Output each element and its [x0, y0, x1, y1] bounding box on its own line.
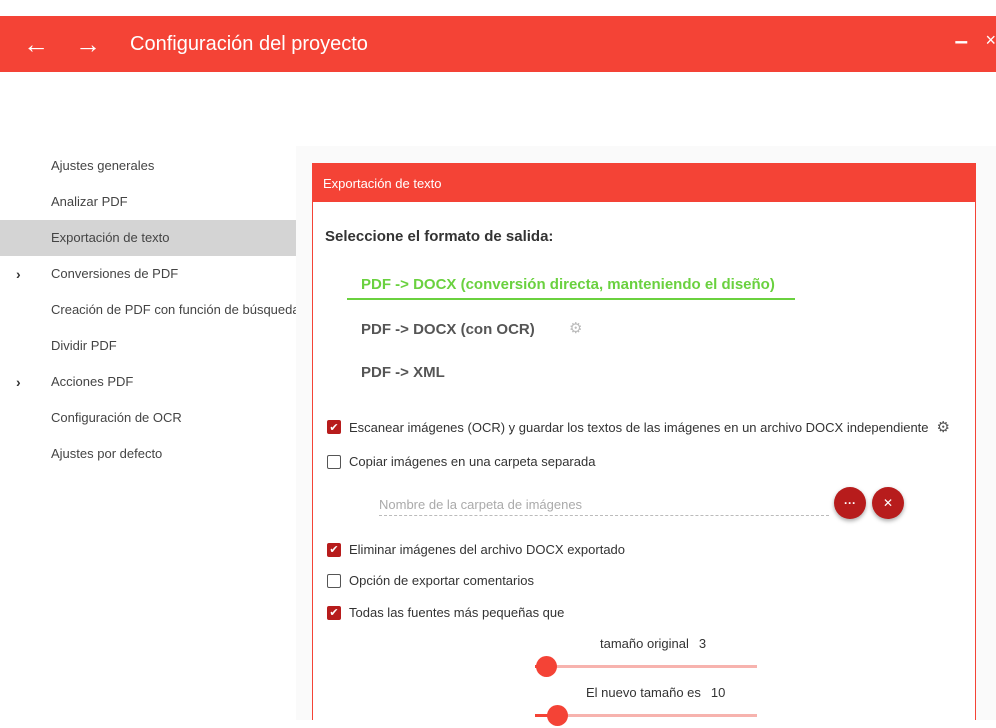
sidebar-item-label: Dividir PDF: [51, 338, 117, 353]
sidebar-item-default-settings[interactable]: Ajustes por defecto: [0, 436, 296, 472]
option-label: Escanear imágenes (OCR) y guardar los te…: [349, 419, 929, 435]
original-size-label: tamaño original 3: [600, 636, 706, 651]
format-option-xml[interactable]: PDF -> XML: [361, 364, 445, 381]
browse-folder-button[interactable]: ···: [834, 487, 866, 519]
sidebar-item-label: Analizar PDF: [51, 194, 128, 209]
new-size-label: El nuevo tamaño es 10: [586, 685, 725, 700]
sidebar-item-text-export[interactable]: Exportación de texto: [0, 220, 296, 256]
clear-folder-button[interactable]: ✕: [872, 487, 904, 519]
text-export-panel: Exportación de texto Seleccione el forma…: [312, 163, 976, 726]
close-icon[interactable]: ×: [985, 30, 996, 51]
back-arrow-icon[interactable]: ←: [16, 31, 56, 57]
sidebar-item-label: Acciones PDF: [51, 374, 134, 389]
format-option-docx-ocr[interactable]: PDF -> DOCX (con OCR): [361, 321, 535, 338]
panel-header: Exportación de texto: [313, 164, 975, 202]
sidebar-item-general-settings[interactable]: Ajustes generales: [0, 148, 296, 184]
title-bar: ← → Configuración del proyecto – ×: [0, 16, 996, 72]
slider-thumb[interactable]: [536, 656, 558, 677]
option-label: Todas las fuentes más pequeñas que: [349, 605, 565, 620]
sidebar-item-pdf-actions[interactable]: › Acciones PDF: [0, 364, 296, 400]
section-title: Seleccione el formato de salida:: [325, 228, 554, 245]
slider-label-text: tamaño original: [600, 636, 689, 651]
chevron-right-icon[interactable]: ›: [16, 256, 21, 292]
new-size-slider[interactable]: [535, 704, 757, 728]
minimize-icon[interactable]: –: [955, 28, 968, 56]
selected-format-underline: [347, 298, 795, 300]
option-remove-images: ✔ Eliminar imágenes del archivo DOCX exp…: [327, 542, 625, 557]
smaller-fonts-checkbox[interactable]: ✔: [327, 605, 341, 620]
option-copy-images: Copiar imágenes en una carpeta separada: [327, 454, 595, 469]
option-label: Opción de exportar comentarios: [349, 573, 534, 588]
option-smaller-fonts: ✔ Todas las fuentes más pequeñas que: [327, 605, 564, 620]
image-folder-input[interactable]: [379, 494, 829, 516]
sidebar-item-label: Conversiones de PDF: [51, 266, 179, 281]
sidebar-item-label: Ajustes generales: [51, 158, 155, 173]
copy-images-checkbox[interactable]: [327, 454, 341, 469]
export-comments-checkbox[interactable]: [327, 573, 341, 588]
sidebar-item-searchable-pdf[interactable]: Creación de PDF con función de búsqueda: [0, 292, 296, 328]
sidebar-item-label: Creación de PDF con función de búsqueda: [51, 302, 296, 317]
chevron-right-icon[interactable]: ›: [16, 364, 21, 400]
sidebar-item-label: Configuración de OCR: [51, 410, 182, 425]
slider-track: [535, 665, 757, 668]
window-title: Configuración del proyecto: [130, 32, 368, 55]
option-label: Copiar imágenes en una carpeta separada: [349, 454, 596, 469]
sidebar-item-analyze-pdf[interactable]: Analizar PDF: [0, 184, 296, 220]
sidebar-item-split-pdf[interactable]: Dividir PDF: [0, 328, 296, 364]
forward-arrow-icon[interactable]: →: [68, 31, 108, 57]
gear-icon[interactable]: ⚙: [937, 418, 950, 436]
sidebar-item-pdf-conversions[interactable]: › Conversiones de PDF: [0, 256, 296, 292]
sidebar-item-label: Exportación de texto: [51, 230, 170, 245]
option-label: Eliminar imágenes del archivo DOCX expor…: [349, 542, 626, 557]
sidebar-item-ocr-settings[interactable]: Configuración de OCR: [0, 400, 296, 436]
option-scan-images: ✔ Escanear imágenes (OCR) y guardar los …: [327, 418, 950, 436]
gear-icon[interactable]: ⚙: [569, 319, 582, 337]
slider-thumb[interactable]: [547, 705, 569, 726]
original-size-slider[interactable]: [535, 655, 757, 679]
original-size-value: 3: [698, 636, 707, 651]
new-size-value: 10: [710, 685, 726, 700]
format-option-docx-direct[interactable]: PDF -> DOCX (conversión directa, manteni…: [361, 276, 775, 293]
sidebar-item-label: Ajustes por defecto: [51, 446, 163, 461]
scan-images-checkbox[interactable]: ✔: [327, 420, 341, 434]
remove-images-checkbox[interactable]: ✔: [327, 542, 341, 557]
option-export-comments: Opción de exportar comentarios: [327, 573, 534, 588]
slider-label-text: El nuevo tamaño es: [586, 685, 701, 700]
slider-track: [535, 714, 757, 717]
sidebar: Ajustes generales Analizar PDF Exportaci…: [0, 148, 296, 472]
